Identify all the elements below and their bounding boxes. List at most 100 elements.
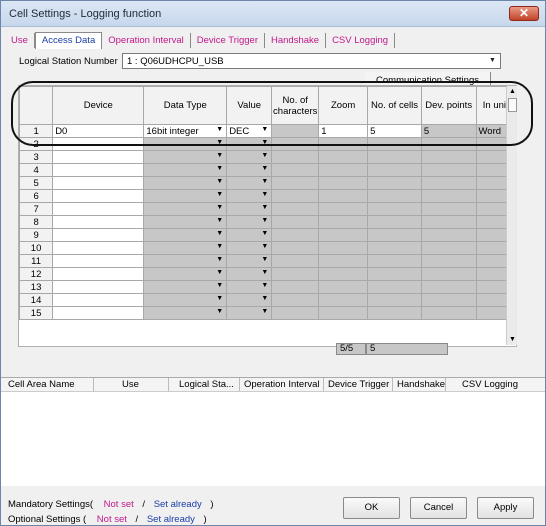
logical-station-select[interactable]: 1 : Q06UDHCPU_USB ▼	[122, 53, 501, 69]
chevron-down-icon[interactable]: ▼	[216, 256, 223, 263]
tab-handshake[interactable]: Handshake	[265, 33, 327, 48]
device-cell[interactable]: D0	[52, 124, 145, 138]
device-cell[interactable]	[52, 137, 145, 151]
tab-device-trigger[interactable]: Device Trigger	[191, 33, 265, 48]
value-select[interactable]: ▼	[226, 228, 273, 242]
col-device-trigger[interactable]: Device Trigger	[324, 378, 393, 391]
data-type-select[interactable]: ▼	[143, 228, 228, 242]
chevron-down-icon[interactable]: ▼	[261, 178, 268, 185]
chevron-down-icon[interactable]: ▼	[261, 256, 268, 263]
data-type-select[interactable]: ▼	[143, 150, 228, 164]
device-cell[interactable]	[52, 241, 145, 255]
close-button[interactable]: ✕	[509, 6, 539, 21]
device-cell[interactable]	[52, 163, 145, 177]
zoom-cell[interactable]	[318, 189, 369, 203]
zoom-cell[interactable]	[318, 293, 369, 307]
col-use[interactable]: Use	[94, 378, 169, 391]
value-select[interactable]: ▼	[226, 137, 273, 151]
chevron-down-icon[interactable]: ▼	[261, 217, 268, 224]
chevron-down-icon[interactable]: ▼	[216, 282, 223, 289]
zoom-cell[interactable]	[318, 228, 369, 242]
data-type-select[interactable]: ▼	[143, 137, 228, 151]
value-select[interactable]: ▼	[226, 254, 273, 268]
col-logical-station[interactable]: Logical Sta...	[169, 378, 240, 391]
zoom-cell[interactable]	[318, 254, 369, 268]
cells-cell[interactable]	[367, 228, 422, 242]
chevron-down-icon[interactable]: ▼	[216, 230, 223, 237]
value-select[interactable]: ▼	[226, 163, 273, 177]
data-type-select[interactable]: ▼	[143, 280, 228, 294]
scroll-up-icon[interactable]: ▲	[507, 86, 518, 97]
chevron-down-icon[interactable]: ▼	[261, 295, 268, 302]
zoom-cell[interactable]	[318, 202, 369, 216]
cells-cell[interactable]	[367, 280, 422, 294]
col-cell-area-name[interactable]: Cell Area Name	[1, 378, 94, 391]
device-cell[interactable]	[52, 293, 145, 307]
value-select[interactable]: ▼	[226, 280, 273, 294]
value-select[interactable]: ▼	[226, 267, 273, 281]
data-type-select[interactable]: ▼	[143, 215, 228, 229]
col-csv-logging[interactable]: CSV Logging	[446, 378, 545, 391]
device-cell[interactable]	[52, 189, 145, 203]
cells-cell[interactable]	[367, 202, 422, 216]
chevron-down-icon[interactable]: ▼	[216, 243, 223, 250]
data-type-select[interactable]: ▼	[143, 176, 228, 190]
cells-cell[interactable]	[367, 241, 422, 255]
zoom-cell[interactable]	[318, 215, 369, 229]
tab-access-data[interactable]: Access Data	[34, 32, 103, 49]
data-type-select[interactable]: ▼	[143, 267, 228, 281]
cells-cell[interactable]	[367, 306, 422, 320]
value-select[interactable]: ▼	[226, 189, 273, 203]
cells-cell[interactable]	[367, 163, 422, 177]
device-cell[interactable]	[52, 306, 145, 320]
col-handshake[interactable]: Handshake	[393, 378, 446, 391]
zoom-cell[interactable]	[318, 241, 369, 255]
chevron-down-icon[interactable]: ▼	[216, 165, 223, 172]
chevron-down-icon[interactable]: ▼	[261, 139, 268, 146]
device-cell[interactable]	[52, 215, 145, 229]
chevron-down-icon[interactable]: ▼	[261, 191, 268, 198]
chevron-down-icon[interactable]: ▼	[261, 282, 268, 289]
value-select[interactable]: ▼	[226, 293, 273, 307]
cells-cell[interactable]	[367, 267, 422, 281]
device-cell[interactable]	[52, 176, 145, 190]
chevron-down-icon[interactable]: ▼	[261, 230, 268, 237]
chevron-down-icon[interactable]: ▼	[261, 204, 268, 211]
device-cell[interactable]	[52, 267, 145, 281]
device-cell[interactable]	[52, 150, 145, 164]
cells-cell[interactable]	[367, 150, 422, 164]
zoom-cell[interactable]	[318, 137, 369, 151]
device-cell[interactable]	[52, 280, 145, 294]
chevron-down-icon[interactable]: ▼	[261, 243, 268, 250]
scroll-down-icon[interactable]: ▼	[507, 334, 518, 345]
chevron-down-icon[interactable]: ▼	[261, 308, 268, 315]
tab-operation-interval[interactable]: Operation Interval	[102, 33, 191, 48]
value-select[interactable]: ▼	[226, 306, 273, 320]
device-cell[interactable]	[52, 228, 145, 242]
chevron-down-icon[interactable]: ▼	[216, 269, 223, 276]
cells-cell[interactable]: 5	[367, 124, 422, 138]
data-type-select[interactable]: 16bit integer ▼	[143, 124, 228, 138]
zoom-cell[interactable]	[318, 163, 369, 177]
cells-cell[interactable]	[367, 293, 422, 307]
value-select[interactable]: ▼	[226, 215, 273, 229]
value-select[interactable]: ▼	[226, 202, 273, 216]
ok-button[interactable]: OK	[343, 497, 400, 519]
zoom-cell[interactable]	[318, 280, 369, 294]
tab-csv-logging[interactable]: CSV Logging	[326, 33, 396, 48]
tab-use[interactable]: Use	[5, 33, 35, 48]
value-select[interactable]: ▼	[226, 150, 273, 164]
zoom-cell[interactable]	[318, 150, 369, 164]
cells-cell[interactable]	[367, 215, 422, 229]
chevron-down-icon[interactable]: ▼	[216, 139, 223, 146]
data-type-select[interactable]: ▼	[143, 202, 228, 216]
device-cell[interactable]	[52, 202, 145, 216]
data-type-select[interactable]: ▼	[143, 306, 228, 320]
data-type-select[interactable]: ▼	[143, 293, 228, 307]
col-operation-interval[interactable]: Operation Interval	[240, 378, 324, 391]
data-type-select[interactable]: ▼	[143, 163, 228, 177]
grid-vertical-scrollbar[interactable]: ▲ ▼	[506, 86, 517, 345]
chevron-down-icon[interactable]: ▼	[261, 269, 268, 276]
chevron-down-icon[interactable]: ▼	[216, 295, 223, 302]
data-type-select[interactable]: ▼	[143, 241, 228, 255]
